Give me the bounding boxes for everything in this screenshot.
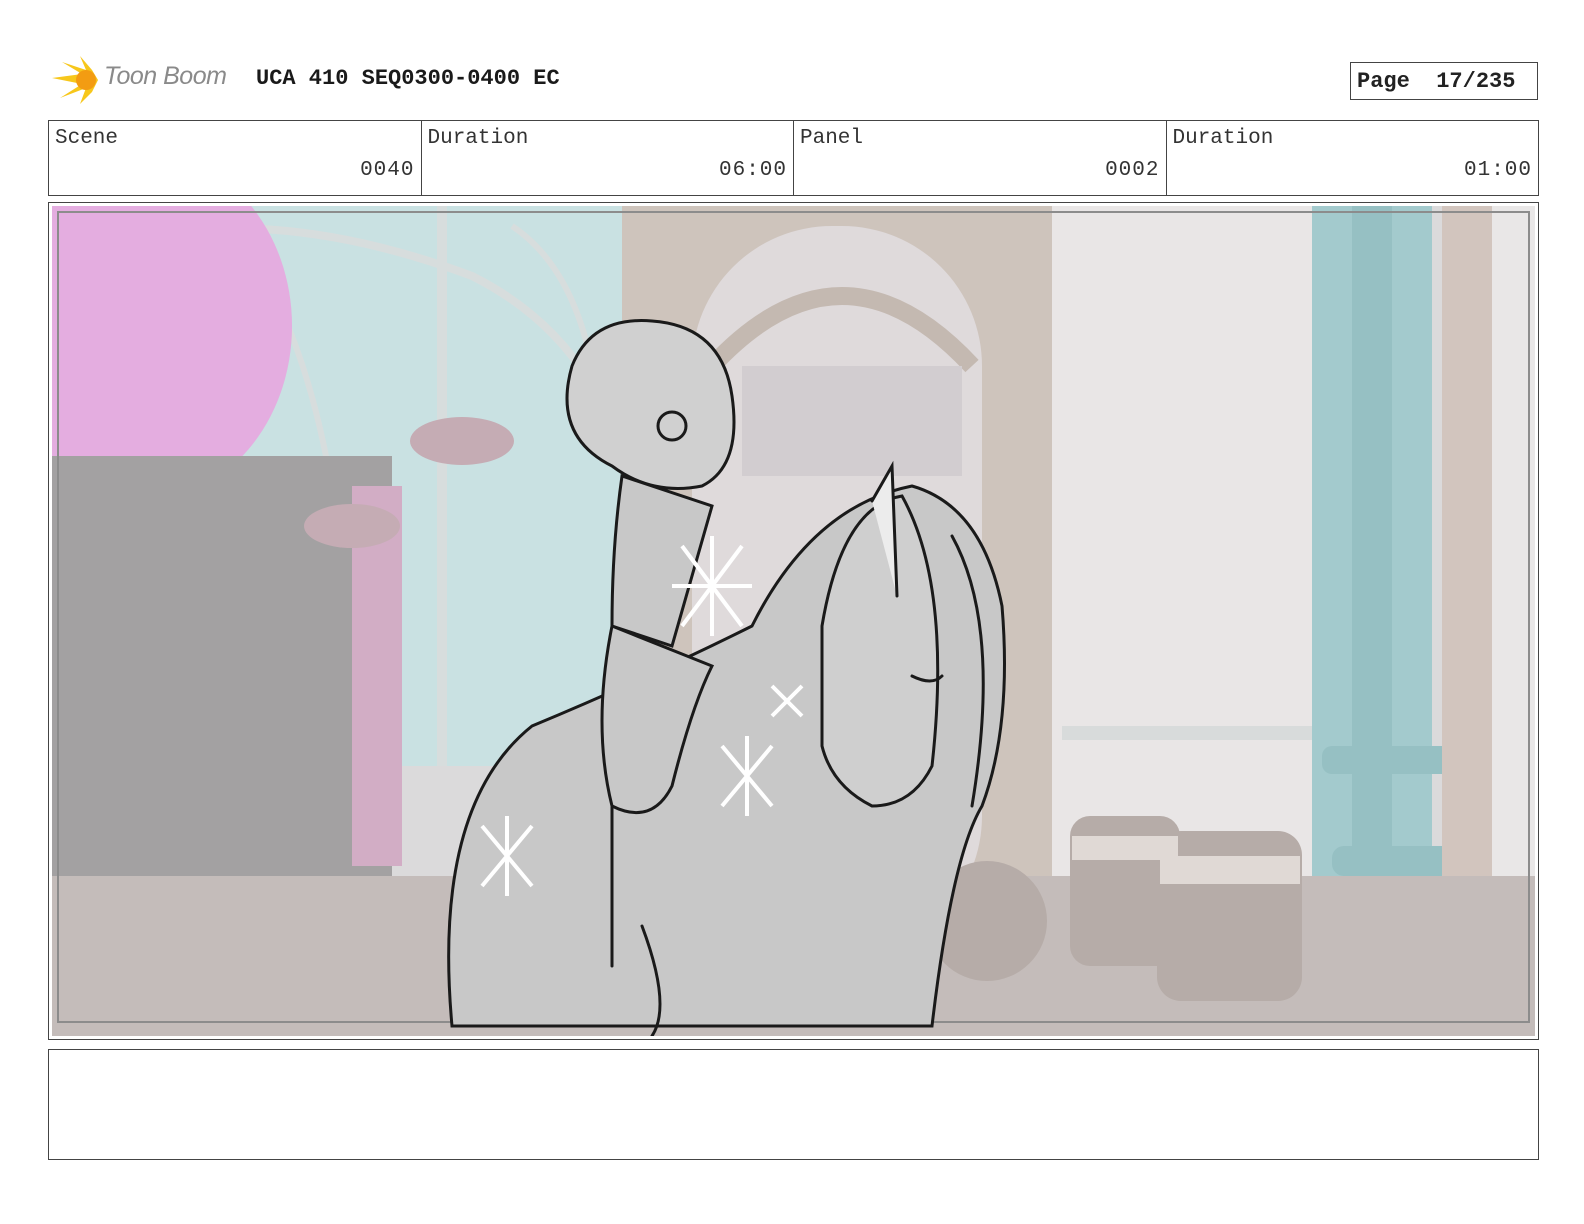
scene-duration-value: 06:00 [718,159,787,182]
page-indicator: Page 17/235 [1350,62,1538,100]
scene-value: 0040 [360,159,415,182]
page-number: 17/235 [1436,68,1516,94]
panel-duration-cell: Duration 01:00 [1167,121,1539,195]
page-label: Page [1357,68,1410,94]
panel-duration-value: 01:00 [1463,159,1532,182]
panel-notes-box [48,1049,1539,1160]
panel-value: 0002 [1105,159,1160,182]
scene-cell: Scene 0040 [49,121,422,195]
document-title: UCA 410 SEQ0300-0400 EC [256,66,560,91]
panel-cell: Panel 0002 [794,121,1167,195]
storyboard-panel-image [52,206,1535,1036]
scene-duration-label: Duration [427,127,529,150]
panel-duration-label: Duration [1172,127,1274,150]
panel-label: Panel [800,127,864,150]
scene-duration-cell: Duration 06:00 [422,121,794,195]
scene-info-table: Scene 0040 Duration 06:00 Panel 0002 Dur… [48,120,1539,196]
logo-text: Toon Boom [104,62,227,90]
scene-label: Scene [55,127,119,150]
starburst-icon [52,56,98,104]
